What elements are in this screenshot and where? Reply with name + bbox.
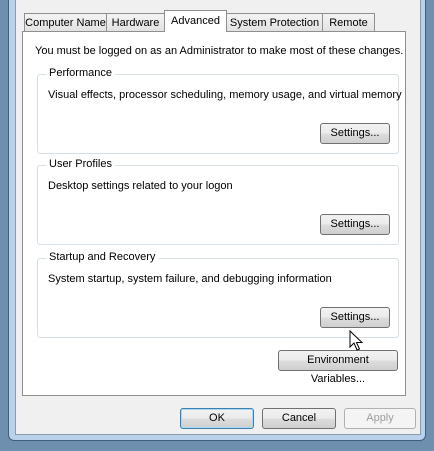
performance-title: Performance	[46, 67, 115, 79]
tab-system-protection[interactable]: System Protection	[226, 13, 323, 31]
user-profiles-settings-button[interactable]: Settings...	[320, 214, 390, 235]
startup-recovery-description: System startup, system failure, and debu…	[48, 273, 332, 285]
performance-group: Performance Visual effects, processor sc…	[37, 67, 402, 154]
user-profiles-title: User Profiles	[46, 158, 115, 170]
apply-button[interactable]: Apply	[344, 408, 416, 429]
system-properties-dialog: Computer Name Hardware Advanced System P…	[15, 0, 421, 435]
startup-recovery-title: Startup and Recovery	[46, 251, 159, 263]
user-profiles-group: User Profiles Desktop settings related t…	[37, 158, 399, 245]
environment-variables-button[interactable]: Environment Variables...	[278, 350, 398, 385]
tab-computer-name[interactable]: Computer Name	[24, 13, 107, 31]
performance-description: Visual effects, processor scheduling, me…	[48, 89, 402, 101]
admin-note: You must be logged on as an Administrato…	[35, 45, 404, 57]
tab-remote[interactable]: Remote	[322, 13, 375, 31]
tab-hardware[interactable]: Hardware	[106, 13, 165, 31]
ok-button[interactable]: OK	[180, 408, 254, 429]
startup-recovery-settings-button[interactable]: Settings...	[320, 307, 390, 328]
tab-advanced[interactable]: Advanced	[164, 10, 227, 32]
pointer-cursor-icon	[349, 330, 364, 351]
user-profiles-description: Desktop settings related to your logon	[48, 180, 233, 192]
startup-recovery-group: Startup and Recovery System startup, sys…	[37, 251, 399, 338]
performance-settings-button[interactable]: Settings...	[320, 123, 390, 144]
cancel-button[interactable]: Cancel	[262, 408, 336, 429]
